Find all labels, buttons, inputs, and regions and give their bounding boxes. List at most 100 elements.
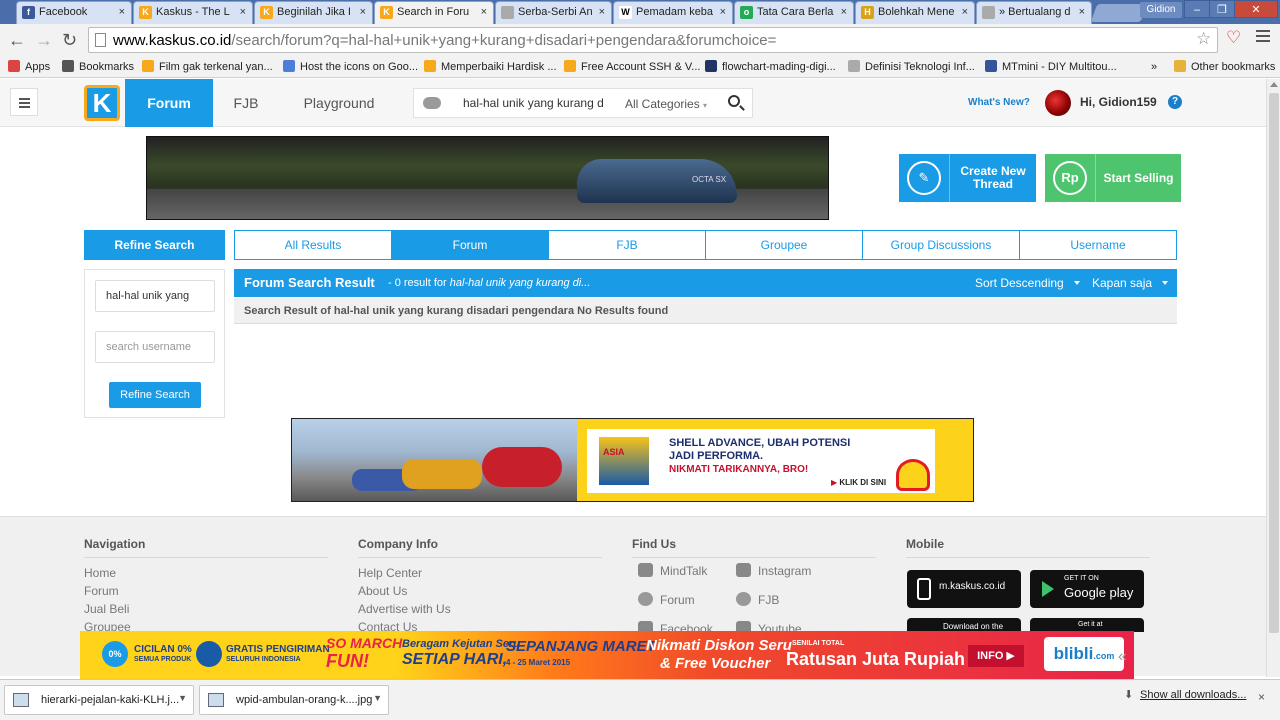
google-play-label: Google play xyxy=(1064,585,1134,600)
footer-link-advertise[interactable]: Advertise with Us xyxy=(358,600,602,618)
show-all-downloads-link[interactable]: Show all downloads... xyxy=(1140,689,1246,701)
shell-ad-cta[interactable]: ▶ KLIK DI SINI xyxy=(831,478,886,487)
category-dropdown[interactable]: All Categories ▾ xyxy=(625,97,707,111)
bookmark-item[interactable]: Other bookmarks xyxy=(1174,59,1275,75)
close-tab-icon[interactable]: × xyxy=(599,2,605,23)
result-header-bar: Forum Search Result - 0 result for hal-h… xyxy=(234,269,1177,297)
close-tab-icon[interactable]: × xyxy=(481,2,487,23)
time-dropdown[interactable]: Kapan saja xyxy=(1092,276,1169,290)
bookmark-item[interactable]: Host the icons on Goo... xyxy=(283,59,418,75)
bookmark-item[interactable]: Free Account SSH & V... xyxy=(564,59,700,75)
shell-banner-ad[interactable]: ASIA SHELL ADVANCE, UBAH POTENSI JADI PE… xyxy=(291,418,974,502)
create-thread-button[interactable]: ✎ Create New Thread xyxy=(899,154,1036,202)
footer-link-about[interactable]: About Us xyxy=(358,582,602,600)
bookmark-item[interactable]: MTmini - DIY Multitou... xyxy=(985,59,1117,75)
tab-all-results[interactable]: All Results xyxy=(235,231,392,259)
close-tab-icon[interactable]: × xyxy=(119,2,125,23)
car-banner-ad[interactable]: OCTA SX xyxy=(146,136,829,220)
download-item[interactable]: hierarki-pejalan-kaki-KLH.j... ▼ xyxy=(4,685,194,715)
kaskus-logo[interactable]: K xyxy=(84,85,120,121)
nav-tab-fjb[interactable]: FJB xyxy=(218,79,274,127)
close-tab-icon[interactable]: × xyxy=(1079,2,1085,23)
bookmark-item[interactable]: » xyxy=(1151,59,1157,75)
user-greeting[interactable]: Hi, Gidion159 xyxy=(1080,95,1157,109)
bookmark-label: Other bookmarks xyxy=(1191,61,1276,73)
google-play-badge[interactable]: GET IT ON Google play xyxy=(1030,570,1144,608)
refine-username-input[interactable] xyxy=(95,331,215,363)
bookmark-item[interactable]: Memperbaiki Hardisk ... xyxy=(424,59,557,75)
restore-icon[interactable]: ❐ xyxy=(1209,0,1235,18)
footer-link-home[interactable]: Home xyxy=(84,564,328,582)
tab-username[interactable]: Username xyxy=(1020,231,1176,259)
find-instagram[interactable]: Instagram xyxy=(736,563,811,578)
bookmark-item[interactable]: Film gak terkenal yan... xyxy=(142,59,273,75)
bookmark-item[interactable]: Bookmarks xyxy=(62,59,134,75)
close-tab-icon[interactable]: × xyxy=(240,2,246,23)
scroll-up-icon[interactable] xyxy=(1270,82,1278,87)
download-item[interactable]: wpid-ambulan-orang-k....jpg ▼ xyxy=(199,685,389,715)
tab-forum[interactable]: Forum xyxy=(392,231,549,259)
footer-link-forum[interactable]: Forum xyxy=(84,582,328,600)
footer-link-help[interactable]: Help Center xyxy=(358,564,602,582)
search-icon[interactable] xyxy=(728,95,740,107)
header-search-input[interactable]: hal-hal unik yang kurang d xyxy=(463,96,603,110)
tab-group-discussions[interactable]: Group Discussions xyxy=(863,231,1020,259)
bookmark-icon xyxy=(283,60,295,72)
help-icon[interactable]: ? xyxy=(1168,95,1182,109)
extension-heart-icon[interactable]: ♡ xyxy=(1226,28,1241,48)
browser-profile-chip[interactable]: Gidion xyxy=(1140,2,1182,18)
tab-groupee[interactable]: Groupee xyxy=(706,231,863,259)
browser-menu-icon[interactable] xyxy=(1256,30,1270,45)
close-tab-icon[interactable]: × xyxy=(720,2,726,23)
browser-tab[interactable]: W Pemadam keba × xyxy=(613,1,733,24)
browser-tab[interactable]: K Search in Foru × xyxy=(374,1,494,24)
forward-icon[interactable]: → xyxy=(35,30,53,50)
bookmark-star-icon[interactable]: ☆ xyxy=(1196,29,1211,49)
browser-tab[interactable]: o Tata Cara Berla × xyxy=(734,1,854,24)
start-selling-button[interactable]: Rp Start Selling xyxy=(1045,154,1181,202)
bookmark-item[interactable]: flowchart-mading-digi... xyxy=(705,59,836,75)
browser-tab[interactable]: K Beginilah Jika I × xyxy=(254,1,373,24)
address-bar[interactable]: www.kaskus.co.id/search/forum?q=hal-hal+… xyxy=(88,27,1218,53)
find-mindtalk[interactable]: MindTalk xyxy=(638,563,707,578)
find-twitter-forum[interactable]: Forum xyxy=(638,592,695,607)
refine-search-button[interactable]: Refine Search xyxy=(109,382,201,408)
browser-tab[interactable]: Serba-Serbi An × xyxy=(495,1,612,24)
bookmark-item[interactable]: Apps xyxy=(8,59,50,75)
nav-tab-playground[interactable]: Playground xyxy=(290,79,388,127)
page-scrollbar[interactable] xyxy=(1266,79,1280,677)
hamburger-menu-icon[interactable] xyxy=(10,88,38,116)
avatar[interactable] xyxy=(1045,90,1071,116)
close-tab-icon[interactable]: × xyxy=(360,2,366,23)
chevron-down-icon[interactable]: ▼ xyxy=(373,693,382,703)
mkaskus-badge[interactable]: m.kaskus.co.id xyxy=(907,570,1021,608)
whats-new-link[interactable]: What's New? xyxy=(968,97,1030,108)
other-store-badge[interactable]: Get it at xyxy=(1030,618,1144,632)
close-tab-icon[interactable]: × xyxy=(962,2,968,23)
browser-tab[interactable]: f Facebook × xyxy=(16,1,132,24)
minimize-icon[interactable]: – xyxy=(1184,0,1210,18)
blibli-info-button[interactable]: INFO ▶ xyxy=(968,645,1024,667)
nav-tab-forum[interactable]: Forum xyxy=(125,79,213,127)
footer-link-jual-beli[interactable]: Jual Beli xyxy=(84,600,328,618)
close-window-icon[interactable]: ✕ xyxy=(1234,0,1278,18)
new-tab-button[interactable] xyxy=(1090,4,1148,22)
bookmark-item[interactable]: Definisi Teknologi Inf... xyxy=(848,59,975,75)
reload-icon[interactable]: ↻ xyxy=(62,30,77,50)
refine-query-input[interactable] xyxy=(95,280,215,312)
chevron-down-icon[interactable]: ▼ xyxy=(178,693,187,703)
chevron-down-icon xyxy=(1073,281,1080,285)
close-shelf-icon[interactable]: × xyxy=(1258,690,1265,704)
back-icon[interactable]: ← xyxy=(8,30,26,50)
browser-tab[interactable]: H Bolehkah Mene × xyxy=(855,1,975,24)
sort-dropdown[interactable]: Sort Descending xyxy=(975,276,1080,290)
app-store-badge[interactable]: Download on the xyxy=(907,618,1021,632)
close-tab-icon[interactable]: × xyxy=(841,2,847,23)
blibli-banner-ad[interactable]: 0% CICILAN 0% SEMUA PRODUK GRATIS PENGIR… xyxy=(80,631,1134,679)
collapse-ad-icon[interactable]: « xyxy=(1118,648,1127,666)
browser-tab[interactable]: K Kaskus - The L × xyxy=(133,1,253,24)
scrollbar-thumb[interactable] xyxy=(1269,93,1279,633)
find-twitter-fjb[interactable]: FJB xyxy=(736,592,779,607)
browser-tab[interactable]: » Bertualang d × xyxy=(976,1,1092,24)
tab-fjb[interactable]: FJB xyxy=(549,231,706,259)
